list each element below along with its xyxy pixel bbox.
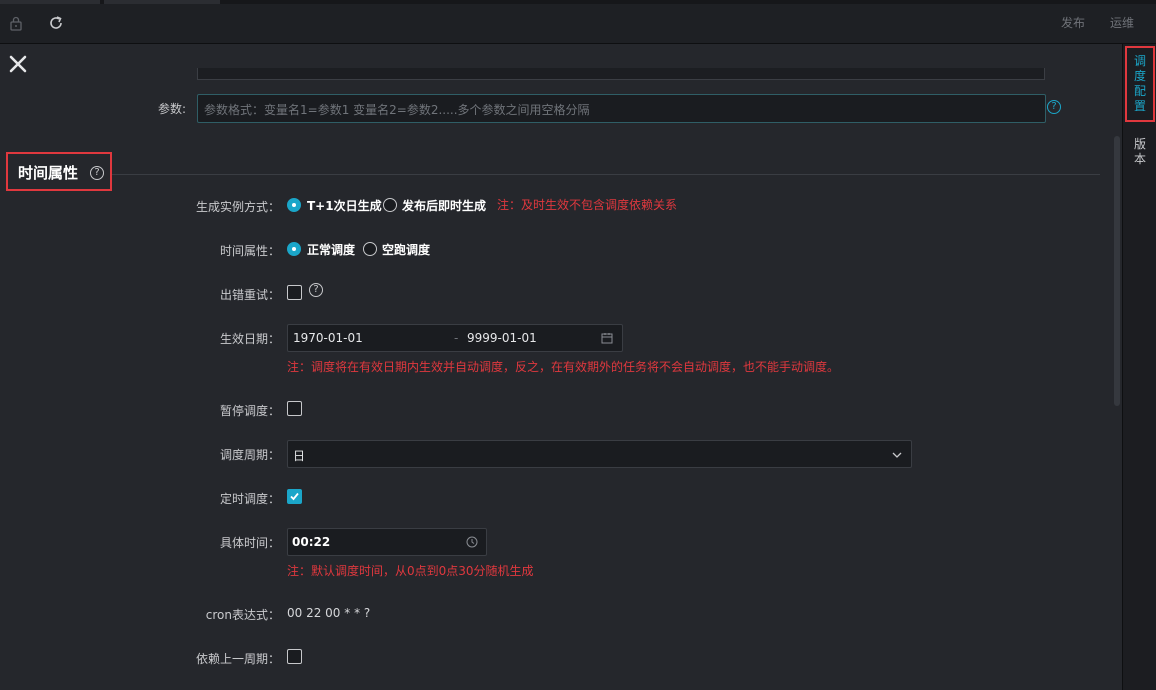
section-title: 时间属性 <box>18 164 79 182</box>
option-dryrun[interactable]: 空跑调度 <box>382 241 430 258</box>
tab-segment[interactable] <box>104 0 220 4</box>
lock-icon[interactable] <box>6 13 26 33</box>
radio-dryrun[interactable] <box>363 242 377 256</box>
date-end[interactable]: 9999-01-01 <box>467 331 537 345</box>
params-placeholder: 参数格式：变量名1=参数1 变量名2=参数2.....多个参数之间用空格分隔 <box>204 103 590 117</box>
refresh-icon[interactable] <box>46 13 66 33</box>
tab-version[interactable]: 版 本 <box>1127 137 1153 167</box>
specific-time-note: 注：默认调度时间，从0点到0点30分随机生成 <box>287 564 534 578</box>
date-separator: - <box>454 331 459 345</box>
cycle-label: 调度周期： <box>219 448 280 462</box>
radio-immediate[interactable] <box>383 198 397 212</box>
scrollbar[interactable] <box>1114 136 1120 406</box>
params-label: 参数: <box>157 102 186 116</box>
right-sidebar: 调 度 配 置 版 本 <box>1122 44 1156 690</box>
date-start[interactable]: 1970-01-01 <box>293 331 363 345</box>
depend-prev-label: 依赖上一周期： <box>195 652 280 666</box>
tab-version-char: 本 <box>1133 152 1146 166</box>
cycle-select[interactable]: 日 <box>287 440 912 468</box>
close-icon[interactable] <box>6 52 30 76</box>
time-attr-label: 时间属性： <box>219 244 280 258</box>
tab-schedule-config-char: 度 <box>1133 69 1146 83</box>
option-immediate[interactable]: 发布后即时生成 <box>402 197 486 214</box>
params-help-icon[interactable]: ? <box>1047 100 1061 114</box>
top-toolbar: 发布 运维 <box>0 0 1156 44</box>
tab-schedule-config[interactable]: 调 度 配 置 <box>1125 46 1155 122</box>
ops-link[interactable]: 运维 <box>1110 14 1134 31</box>
effective-date-note: 注：调度将在有效日期内生效并自动调度，反之，在有效期外的任务将不会自动调度，也不… <box>287 360 840 374</box>
time-picker[interactable]: 00:22 <box>287 528 487 556</box>
tab-version-char: 版 <box>1133 137 1146 151</box>
instance-mode-note: 注：及时生效不包含调度依赖关系 <box>497 198 678 212</box>
tab-schedule-config-char: 配 <box>1133 84 1146 98</box>
option-t1[interactable]: T+1次日生成 <box>307 197 382 214</box>
cron-value: 00 22 00 * * ? <box>287 606 371 620</box>
calendar-icon[interactable] <box>601 332 613 344</box>
timed-label: 定时调度： <box>219 492 280 506</box>
cycle-value: 日 <box>293 449 306 463</box>
cron-label: cron表达式： <box>205 608 280 622</box>
effective-date-label: 生效日期： <box>219 332 280 346</box>
tab-strip <box>0 0 1156 4</box>
time-value: 00:22 <box>292 535 331 549</box>
retry-help-icon[interactable]: ? <box>309 283 323 297</box>
tab-schedule-config-char: 调 <box>1133 54 1146 68</box>
previous-field-stub <box>197 68 1045 80</box>
option-normal[interactable]: 正常调度 <box>307 241 355 258</box>
pause-checkbox[interactable] <box>287 401 302 416</box>
depend-prev-checkbox[interactable] <box>287 649 302 664</box>
tab-segment[interactable] <box>0 0 100 4</box>
timed-checkbox[interactable] <box>287 489 302 504</box>
section-help-icon[interactable]: ? <box>90 166 104 180</box>
date-range-picker[interactable]: 1970-01-01 - 9999-01-01 <box>287 324 623 352</box>
retry-label: 出错重试： <box>219 288 280 302</box>
retry-checkbox[interactable] <box>287 285 302 300</box>
instance-mode-label: 生成实例方式： <box>195 200 280 214</box>
publish-link[interactable]: 发布 <box>1061 14 1085 31</box>
radio-t1[interactable] <box>287 198 301 212</box>
section-time-attributes: 时间属性 ? <box>6 152 112 191</box>
main-panel: 参数: 参数格式：变量名1=参数1 变量名2=参数2.....多个参数之间用空格… <box>0 44 1122 690</box>
tab-schedule-config-char: 置 <box>1133 99 1146 113</box>
clock-icon[interactable] <box>466 536 478 548</box>
params-input[interactable]: 参数格式：变量名1=参数1 变量名2=参数2.....多个参数之间用空格分隔 <box>197 94 1046 123</box>
specific-time-label: 具体时间： <box>219 536 280 550</box>
pause-label: 暂停调度： <box>219 404 280 418</box>
check-icon <box>290 492 299 501</box>
section-divider <box>112 174 1100 175</box>
radio-normal[interactable] <box>287 242 301 256</box>
chevron-down-icon <box>892 452 902 458</box>
